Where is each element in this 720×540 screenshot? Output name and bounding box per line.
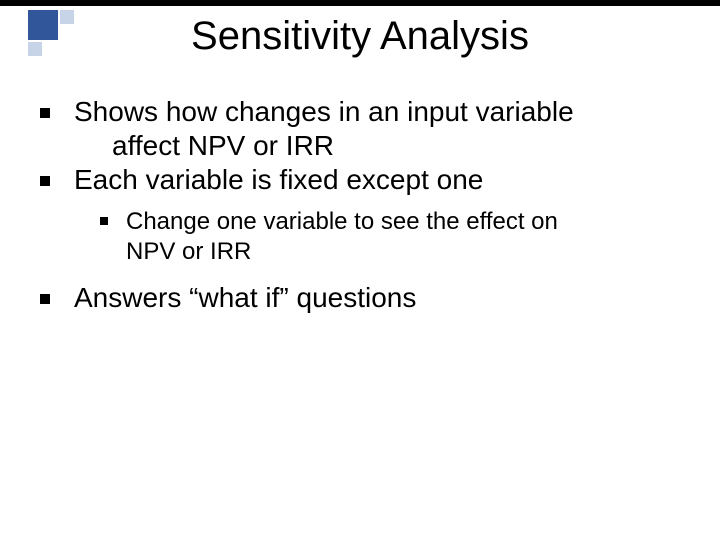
bullet-text: Shows how changes in an input variable a… [74, 95, 574, 163]
bullet-text-line: Answers “what if” questions [74, 282, 416, 313]
slide-title: Sensitivity Analysis [0, 14, 720, 59]
bullet-text-line: Shows how changes in an input variable [74, 96, 574, 127]
bullet-item: Each variable is fixed except one [40, 163, 680, 197]
bullet-text: Answers “what if” questions [74, 281, 416, 315]
sub-bullet-item: Change one variable to see the effect on… [100, 207, 680, 267]
square-bullet-icon [100, 217, 108, 225]
top-accent-bar [0, 0, 720, 6]
sub-bullet-text-line: NPV or IRR [126, 238, 251, 265]
bullet-text: Each variable is fixed except one [74, 163, 483, 197]
bullet-item: Shows how changes in an input variable a… [40, 95, 680, 163]
bullet-text-line: Each variable is fixed except one [74, 164, 483, 195]
slide-content: Shows how changes in an input variable a… [40, 95, 680, 316]
square-bullet-icon [40, 176, 50, 186]
bullet-item: Answers “what if” questions [40, 281, 680, 315]
sub-bullet-text-line: Change one variable to see the effect on [126, 208, 558, 235]
bullet-text-line: affect NPV or IRR [74, 130, 334, 161]
square-bullet-icon [40, 108, 50, 118]
square-bullet-icon [40, 294, 50, 304]
sub-bullet-text: Change one variable to see the effect on… [126, 207, 558, 267]
